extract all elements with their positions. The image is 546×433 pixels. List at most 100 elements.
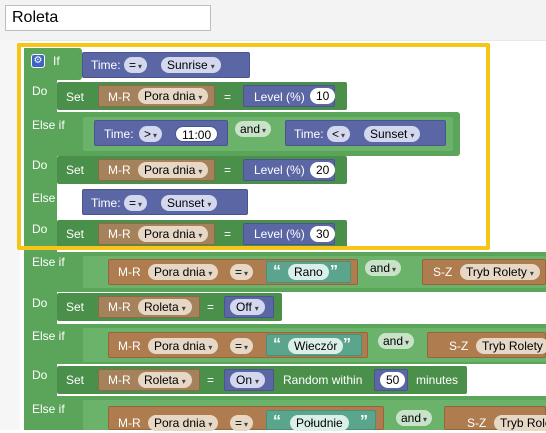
device-label: M-R xyxy=(118,265,141,279)
set-label: Set xyxy=(66,227,85,241)
level-label: Level (%) xyxy=(254,227,305,241)
set-label: Set xyxy=(66,90,85,104)
time-label: Time: xyxy=(104,127,134,141)
chevron-down-icon: ▾ xyxy=(529,269,534,278)
close-quote-icon: ” xyxy=(343,336,351,353)
text-value[interactable]: Rano xyxy=(288,264,329,280)
set-label: Set xyxy=(66,163,85,177)
chevron-down-icon: ▾ xyxy=(405,338,410,347)
time-value-dropdown[interactable]: Sunset ▾ xyxy=(161,195,218,211)
state-dropdown[interactable]: On ▾ xyxy=(230,372,266,388)
time-label: Time: xyxy=(294,127,324,141)
state-dropdown[interactable]: Off ▾ xyxy=(230,299,265,315)
chevron-down-icon: ▾ xyxy=(207,200,212,209)
chevron-down-icon: ▾ xyxy=(208,420,213,429)
time-value: Sunset xyxy=(167,196,205,210)
chevron-down-icon: ▾ xyxy=(198,231,203,240)
time-value-dropdown[interactable]: Sunrise ▾ xyxy=(161,57,221,73)
operator-dropdown[interactable]: < ▾ xyxy=(327,126,351,142)
variable-value: Pora dnia xyxy=(154,265,206,279)
do-label: Do xyxy=(32,222,48,236)
set-label: Set xyxy=(66,373,85,387)
operator-value: > xyxy=(144,127,152,141)
chevron-down-icon: ▾ xyxy=(198,93,203,102)
variable-dropdown[interactable]: Pora dnia ▾ xyxy=(138,88,209,104)
and-dropdown[interactable]: and ▾ xyxy=(396,410,433,426)
chevron-down-icon: ▾ xyxy=(262,126,267,135)
operator-value: = xyxy=(235,265,243,279)
chevron-down-icon: ▾ xyxy=(244,343,249,352)
minutes-label: minutes xyxy=(416,373,459,387)
level-value[interactable]: 20 xyxy=(310,162,336,178)
variable-value: Tryb Rolet xyxy=(500,416,546,430)
variable-dropdown[interactable]: Pora dnia ▾ xyxy=(148,415,219,431)
and-dropdown[interactable]: and ▾ xyxy=(378,333,415,349)
chevron-down-icon: ▾ xyxy=(341,131,346,140)
random-value[interactable]: 50 xyxy=(380,372,406,388)
device-label: M-R xyxy=(108,300,131,314)
chevron-down-icon: ▾ xyxy=(210,62,215,71)
chevron-down-icon: ▾ xyxy=(208,343,213,352)
state-value: Off xyxy=(236,300,252,314)
open-quote-icon: “ xyxy=(273,263,281,280)
equals-label: = xyxy=(224,227,232,241)
chevron-down-icon: ▾ xyxy=(153,131,158,140)
do-label: Do xyxy=(32,158,48,172)
variable-value: Tryb Rolety xyxy=(482,339,543,353)
text-value[interactable]: Wieczór xyxy=(288,338,344,354)
variable-dropdown[interactable]: Pora dnia ▾ xyxy=(148,264,219,280)
operator-dropdown[interactable]: = ▾ xyxy=(124,57,148,73)
device-label: S-Z xyxy=(467,416,487,430)
operator-value: = xyxy=(235,339,243,353)
variable-dropdown[interactable]: Tryb Rolety ▾ xyxy=(460,264,540,280)
chevron-down-icon: ▾ xyxy=(208,269,213,278)
variable-dropdown[interactable]: Pora dnia ▾ xyxy=(148,338,219,354)
and-dropdown[interactable]: and ▾ xyxy=(235,121,272,137)
program-name-input[interactable] xyxy=(5,5,211,31)
level-value[interactable]: 30 xyxy=(310,226,336,242)
variable-dropdown[interactable]: Tryb Rolet xyxy=(494,415,546,431)
variable-dropdown[interactable]: Tryb Rolety xyxy=(476,338,546,354)
variable-value: Pora dnia xyxy=(144,163,196,177)
gear-icon[interactable]: ⚙ xyxy=(31,54,45,68)
variable-value: Roleta xyxy=(144,373,179,387)
variable-dropdown[interactable]: Roleta ▾ xyxy=(138,372,192,388)
and-value: and xyxy=(401,411,422,425)
time-value: Sunrise xyxy=(167,58,208,72)
level-value[interactable]: 10 xyxy=(310,88,336,104)
equals-label: = xyxy=(207,373,215,387)
chevron-down-icon: ▾ xyxy=(138,200,143,209)
variable-value: Pora dnia xyxy=(154,339,206,353)
time-label: Time: xyxy=(91,58,121,72)
operator-dropdown[interactable]: > ▾ xyxy=(139,126,163,142)
operator-dropdown[interactable]: = ▾ xyxy=(230,415,254,431)
device-label: M-R xyxy=(108,90,131,104)
variable-dropdown[interactable]: Pora dnia ▾ xyxy=(138,226,209,242)
equals-label: = xyxy=(224,163,232,177)
variable-dropdown[interactable]: Roleta ▾ xyxy=(138,299,192,315)
time-value-dropdown[interactable]: Sunset ▾ xyxy=(364,126,421,142)
variable-value: Pora dnia xyxy=(154,416,206,430)
variable-dropdown[interactable]: Pora dnia ▾ xyxy=(138,162,209,178)
else-if-label: Else if xyxy=(32,402,65,416)
device-label: M-R xyxy=(108,373,131,387)
operator-dropdown[interactable]: = ▾ xyxy=(230,264,254,280)
and-dropdown[interactable]: and ▾ xyxy=(365,260,402,276)
else-if-label: Else if xyxy=(32,329,65,343)
operator-dropdown[interactable]: = ▾ xyxy=(230,338,254,354)
variable-value: Roleta xyxy=(144,300,179,314)
close-quote-icon: ” xyxy=(360,413,368,430)
time-value[interactable]: 11:00 xyxy=(175,126,219,142)
device-label: M-R xyxy=(118,339,141,353)
and-value: and xyxy=(370,261,391,275)
workspace-gutter xyxy=(0,40,20,430)
open-quote-icon: “ xyxy=(273,413,281,430)
and-value: and xyxy=(383,334,404,348)
variable-value: Pora dnia xyxy=(144,89,196,103)
device-label: M-R xyxy=(118,416,141,430)
chevron-down-icon: ▾ xyxy=(255,377,260,386)
text-value[interactable]: Południe xyxy=(290,415,349,431)
close-quote-icon: ” xyxy=(330,263,338,280)
device-label: M-R xyxy=(108,163,131,177)
operator-dropdown[interactable]: = ▾ xyxy=(124,195,148,211)
